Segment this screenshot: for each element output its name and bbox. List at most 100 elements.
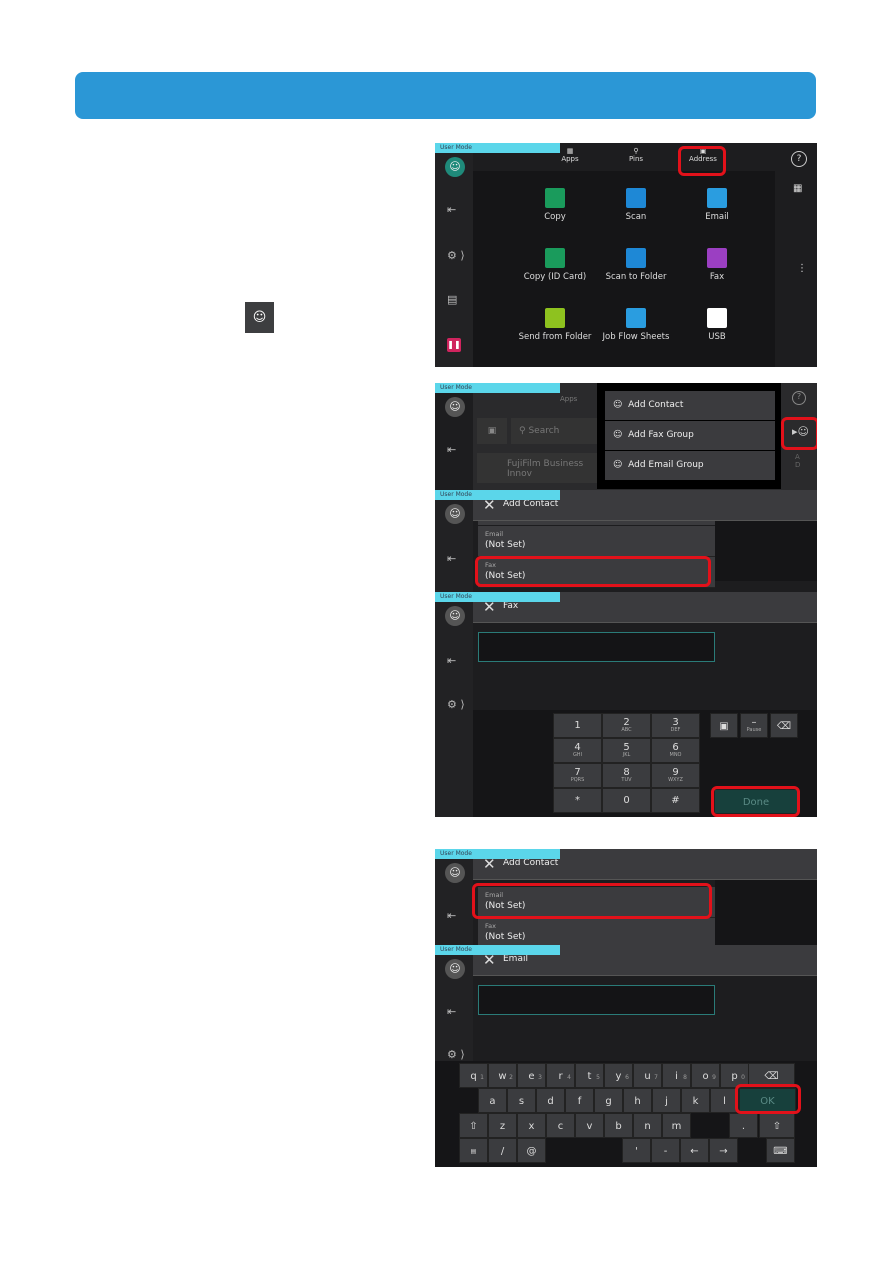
alphabet-index[interactable]: AD bbox=[795, 453, 800, 469]
settings-icon[interactable]: ⚙ ⟩ bbox=[447, 698, 465, 711]
key-r[interactable]: r4 bbox=[546, 1063, 575, 1088]
shift-left-key[interactable]: ⇧ bbox=[459, 1113, 488, 1138]
app-copy-id-card-[interactable]: Copy (ID Card) bbox=[510, 248, 600, 282]
key-c[interactable]: c bbox=[546, 1113, 575, 1138]
key-e[interactable]: e3 bbox=[517, 1063, 546, 1088]
user-avatar[interactable]: ☺ bbox=[445, 504, 465, 524]
numpad-key[interactable]: 3 DEF bbox=[651, 713, 700, 738]
app-fax[interactable]: Fax bbox=[672, 248, 762, 282]
layout-switch-key[interactable]: ▤ bbox=[459, 1138, 488, 1163]
customize-icon[interactable]: ▦ bbox=[793, 183, 802, 194]
email-field[interactable]: Email (Not Set) bbox=[478, 526, 715, 557]
key-symbol[interactable]: ' bbox=[622, 1138, 651, 1163]
address-filter-icon[interactable]: ▣ bbox=[477, 418, 507, 444]
app-usb[interactable]: USB bbox=[672, 308, 762, 342]
numpad-key[interactable]: # bbox=[651, 788, 700, 813]
app-copy[interactable]: Copy bbox=[510, 188, 600, 222]
key-i[interactable]: i8 bbox=[662, 1063, 691, 1088]
search-input[interactable]: ⚲ Search bbox=[511, 418, 601, 444]
shift-right-key[interactable]: ⇧ bbox=[759, 1113, 795, 1138]
hide-keyboard-key[interactable]: ⌨ bbox=[766, 1138, 795, 1163]
key-o[interactable]: o9 bbox=[691, 1063, 720, 1088]
email-address-input[interactable] bbox=[478, 985, 715, 1015]
menu-add-contact[interactable]: ☺ Add Contact bbox=[605, 391, 775, 420]
help-icon[interactable]: ? bbox=[792, 391, 806, 405]
contact-list-item[interactable]: FujiFilm Business Innov bbox=[477, 453, 602, 483]
login-icon[interactable]: ⇤ bbox=[447, 909, 456, 922]
key-x[interactable]: x bbox=[517, 1113, 546, 1138]
help-icon[interactable]: ? bbox=[791, 151, 807, 167]
key-g[interactable]: g bbox=[594, 1088, 623, 1113]
key-s[interactable]: s bbox=[507, 1088, 536, 1113]
key-h[interactable]: h bbox=[623, 1088, 652, 1113]
login-icon[interactable]: ⇤ bbox=[447, 203, 456, 216]
menu-add-email-group[interactable]: ☺ Add Email Group bbox=[605, 451, 775, 480]
key-f[interactable]: f bbox=[565, 1088, 594, 1113]
stop-icon[interactable]: ❚❚ bbox=[447, 338, 461, 352]
dial-options-icon[interactable]: ▣ bbox=[710, 713, 738, 738]
highlight-address bbox=[678, 146, 726, 176]
numpad-key[interactable]: 7 PQRS bbox=[553, 763, 602, 788]
app-email[interactable]: Email bbox=[672, 188, 762, 222]
app-scan-to-folder[interactable]: Scan to Folder bbox=[591, 248, 681, 282]
job-status-icon[interactable]: ▤ bbox=[447, 293, 457, 306]
key-symbol[interactable]: - bbox=[651, 1138, 680, 1163]
tab-apps[interactable]: ▦ Apps bbox=[555, 147, 585, 163]
key-w[interactable]: w2 bbox=[488, 1063, 517, 1088]
key-n[interactable]: n bbox=[633, 1113, 662, 1138]
key-v[interactable]: v bbox=[575, 1113, 604, 1138]
add-menu: ☺ Add Contact ☺ Add Fax Group ☺ Add Emai… bbox=[597, 383, 781, 489]
key-y[interactable]: y6 bbox=[604, 1063, 633, 1088]
user-avatar[interactable]: ☺ bbox=[445, 606, 465, 626]
key-symbol[interactable]: ← bbox=[680, 1138, 709, 1163]
app-send-from-folder[interactable]: Send from Folder bbox=[510, 308, 600, 342]
user-avatar[interactable]: ☺ bbox=[445, 397, 465, 417]
key-symbol[interactable]: → bbox=[709, 1138, 738, 1163]
menu-add-fax-group[interactable]: ☺ Add Fax Group bbox=[605, 421, 775, 450]
settings-icon[interactable]: ⚙ ⟩ bbox=[447, 249, 465, 262]
key-symbol[interactable]: / bbox=[488, 1138, 517, 1163]
pause-key[interactable]: – Pause bbox=[740, 713, 768, 738]
app-icon bbox=[707, 248, 727, 268]
key-q[interactable]: q1 bbox=[459, 1063, 488, 1088]
key-z[interactable]: z bbox=[488, 1113, 517, 1138]
more-icon[interactable]: ⋮ bbox=[797, 263, 807, 274]
login-icon[interactable]: ⇤ bbox=[447, 654, 456, 667]
user-avatar[interactable]: ☺ bbox=[445, 863, 465, 883]
backspace-key[interactable]: ⌫ bbox=[770, 713, 798, 738]
user-avatar[interactable]: ☺ bbox=[445, 959, 465, 979]
fax-number-input[interactable] bbox=[478, 632, 715, 662]
numpad-key[interactable]: * bbox=[553, 788, 602, 813]
login-icon[interactable]: ⇤ bbox=[447, 1005, 456, 1018]
add-contact-screen-email: ✕ Add Contact User Mode ☺ ⇤ Email (Not Set… bbox=[435, 849, 817, 945]
numpad-key[interactable]: 8 TUV bbox=[602, 763, 651, 788]
key-u[interactable]: u7 bbox=[633, 1063, 662, 1088]
settings-icon[interactable]: ⚙ ⟩ bbox=[447, 1048, 465, 1061]
numpad-key[interactable]: 0 bbox=[602, 788, 651, 813]
numpad-key[interactable]: 1 bbox=[553, 713, 602, 738]
key-j[interactable]: j bbox=[652, 1088, 681, 1113]
user-mode-tab: User Mode bbox=[435, 490, 560, 500]
key-t[interactable]: t5 bbox=[575, 1063, 604, 1088]
key-symbol[interactable]: @ bbox=[517, 1138, 546, 1163]
app-scan[interactable]: Scan bbox=[591, 188, 681, 222]
fax-field[interactable]: Fax (Not Set) bbox=[478, 918, 715, 945]
numpad-key[interactable]: 4 GHI bbox=[553, 738, 602, 763]
tab-apps[interactable]: Apps bbox=[560, 395, 577, 403]
tab-pins[interactable]: ⚲ Pins bbox=[621, 147, 651, 163]
key-period[interactable]: . bbox=[729, 1113, 758, 1138]
numpad-key[interactable]: 9 WXYZ bbox=[651, 763, 700, 788]
menu-label: Add Fax Group bbox=[628, 430, 694, 440]
key-m[interactable]: m bbox=[662, 1113, 691, 1138]
numpad-key[interactable]: 5 JKL bbox=[602, 738, 651, 763]
app-job-flow-sheets[interactable]: Job Flow Sheets bbox=[591, 308, 681, 342]
key-b[interactable]: b bbox=[604, 1113, 633, 1138]
key-k[interactable]: k bbox=[681, 1088, 710, 1113]
numpad-key[interactable]: 2 ABC bbox=[602, 713, 651, 738]
key-a[interactable]: a bbox=[478, 1088, 507, 1113]
login-icon[interactable]: ⇤ bbox=[447, 552, 456, 565]
login-icon[interactable]: ⇤ bbox=[447, 443, 456, 456]
key-d[interactable]: d bbox=[536, 1088, 565, 1113]
numpad-key[interactable]: 6 MNO bbox=[651, 738, 700, 763]
user-avatar[interactable]: ☺ bbox=[445, 157, 465, 177]
